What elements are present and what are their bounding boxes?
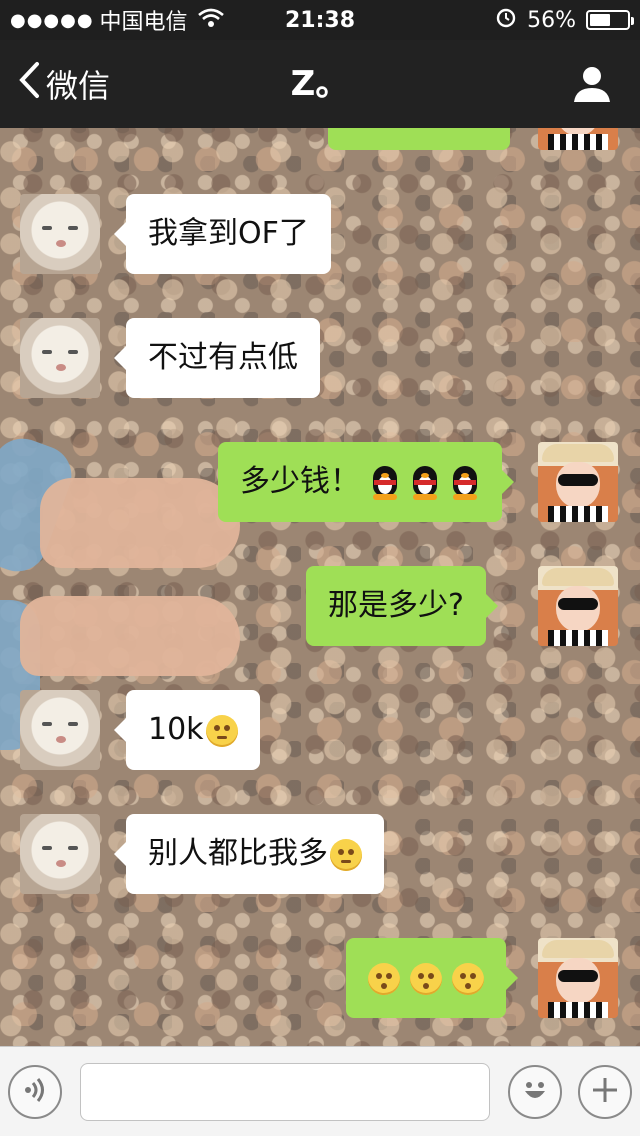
message-bubble-received[interactable]: 我拿到OF了 — [114, 194, 331, 274]
voice-button[interactable] — [8, 1065, 62, 1119]
emoji-button[interactable] — [508, 1065, 562, 1119]
message-bubble-sent[interactable] — [328, 128, 510, 150]
message-text: 别人都比我多 — [148, 836, 328, 871]
penguin-emoji-icon — [450, 465, 480, 500]
more-button[interactable] — [578, 1065, 632, 1119]
penguin-emoji-icon — [410, 465, 440, 500]
status-bar: ●●●●● 中国电信 21:38 56% — [0, 0, 640, 40]
message-bubble-sent[interactable]: 那是多少? — [306, 566, 498, 646]
battery-percent: 56% — [527, 7, 576, 33]
message-bubble-received[interactable]: 别人都比我多 — [114, 814, 384, 894]
person-icon[interactable] — [572, 64, 612, 104]
avatar[interactable] — [538, 566, 618, 646]
message-bubble-sent[interactable] — [346, 938, 518, 1018]
message-text: 我拿到OF了 — [148, 216, 309, 251]
avatar[interactable] — [20, 814, 100, 894]
plus-icon — [590, 1075, 620, 1109]
kiss-smiley-icon — [368, 962, 400, 995]
embarrassed-smiley-icon — [205, 714, 238, 747]
message-bubble-sent[interactable]: 多少钱！ — [218, 442, 514, 522]
message-text: 10k — [148, 712, 204, 747]
kiss-smiley-icon — [452, 962, 484, 995]
avatar[interactable] — [538, 938, 618, 1018]
battery-icon — [586, 10, 634, 30]
embarrassed-smiley-icon — [330, 838, 362, 871]
battery-fill — [590, 14, 610, 26]
message-bubble-received[interactable]: 10k — [114, 690, 260, 770]
alarm-icon — [495, 6, 517, 34]
avatar[interactable] — [20, 690, 100, 770]
avatar[interactable] — [538, 128, 618, 150]
message-text: 不过有点低 — [148, 340, 298, 375]
message-bubble-received[interactable]: 不过有点低 — [114, 318, 320, 398]
message-input[interactable] — [80, 1063, 490, 1121]
avatar[interactable] — [20, 194, 100, 274]
message-list[interactable]: 我拿到OF了 不过有点低 多少钱！ 那是多少? 10k 别人都比我多 — [0, 128, 640, 1046]
emoji-icon — [518, 1073, 552, 1111]
chat-title: Z。 — [290, 64, 350, 104]
input-bar — [0, 1046, 640, 1136]
navigation-bar: 微信 Z。 — [0, 40, 640, 128]
kiss-smiley-icon — [410, 962, 442, 995]
message-text: 那是多少? — [328, 588, 464, 623]
avatar[interactable] — [538, 442, 618, 522]
voice-icon — [20, 1075, 50, 1109]
avatar[interactable] — [20, 318, 100, 398]
message-text: 多少钱！ — [240, 464, 360, 499]
penguin-emoji-icon — [370, 465, 400, 500]
